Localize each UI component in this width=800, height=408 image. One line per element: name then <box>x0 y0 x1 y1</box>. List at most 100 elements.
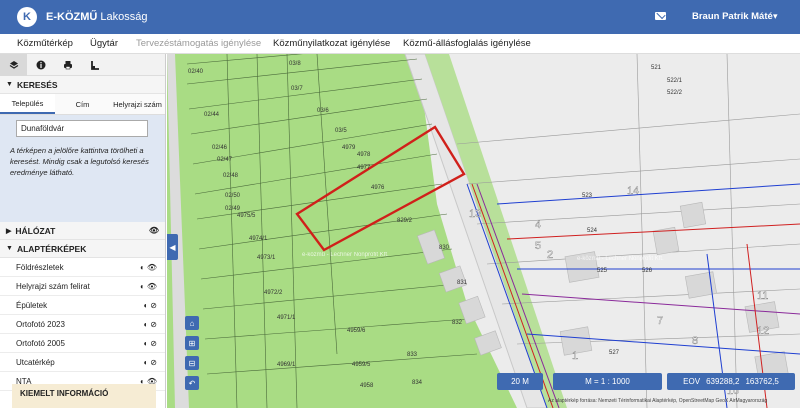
nav-tervezestamogatas: Tervezéstámogatás igénylése <box>136 38 262 49</box>
house-number: 8 <box>692 335 698 347</box>
layer-utcaterkep[interactable]: Utcatérkép ◐⊘ <box>0 353 165 372</box>
parcel-label: 02/47 <box>217 157 233 163</box>
home-icon[interactable]: ⌂ <box>185 316 199 330</box>
sidebar: ▼ KERESÉS Település Cím Helyrajzi szám D… <box>0 54 166 408</box>
zoom-out-icon[interactable]: ⊟ <box>185 356 199 370</box>
eov-label: EOV <box>683 377 701 386</box>
scale-bar-badge: 20 M <box>497 373 543 390</box>
parcel-label: 4978 <box>357 152 371 158</box>
parcel-label: 4969/1 <box>277 362 296 368</box>
parcel-label: 523 <box>582 193 593 199</box>
halozat-section-header[interactable]: ▶ HÁLÓZAT 👁 <box>0 222 165 240</box>
search-panel: Dunaföldvár A térképen a jelölőre kattin… <box>0 115 165 222</box>
map-svg: 02/40 03/8 03/7 03/6 02/44 02/46 02/47 0… <box>167 54 800 408</box>
app-title: E-KÖZMŰ Lakosság <box>46 11 147 23</box>
app-name: E-KÖZMŰ <box>46 11 98 23</box>
nav-kozmu-allasfoglalas[interactable]: Közmű-állásfoglalás igénylése <box>403 38 531 49</box>
user-name[interactable]: Braun Patrik Máté <box>692 11 773 22</box>
house-number: 5 <box>535 240 541 252</box>
opacity-eye-off-icons[interactable]: ◐⊘ <box>143 358 159 367</box>
house-number: 14 <box>627 185 639 197</box>
eov-x: 639288,2 <box>706 377 740 386</box>
house-number: 4 <box>535 219 541 231</box>
map-attribution: Az alaptérkép forrása: Nemzeti Térinform… <box>548 398 768 404</box>
opacity-eye-off-icons[interactable]: ◐⊘ <box>143 339 159 348</box>
house-number: 13 <box>469 208 481 220</box>
house-number: 7 <box>657 315 663 327</box>
eov-y: 163762,5 <box>745 377 779 386</box>
layers-icon[interactable] <box>0 54 27 76</box>
scale-ratio-badge[interactable]: M = 1 : 1000 <box>553 373 662 390</box>
sidebar-toolbar <box>0 54 165 76</box>
parcel-label: 03/7 <box>291 86 303 92</box>
measure-icon[interactable] <box>81 54 108 76</box>
chevron-down-icon: ▼ <box>6 81 13 88</box>
settlement-input[interactable]: Dunaföldvár <box>16 120 148 137</box>
opacity-eye-off-icons[interactable]: ◐⊘ <box>143 320 159 329</box>
parcel-label: 4974/1 <box>249 236 268 242</box>
parcel-label: 834 <box>412 380 423 386</box>
logo-letter: K <box>23 11 31 23</box>
sidebar-collapse-chevron-icon[interactable]: ◀ <box>167 234 178 260</box>
layer-ortofoto-2005[interactable]: Ortofotó 2005 ◐⊘ <box>0 334 165 353</box>
layer-ortofoto-2023[interactable]: Ortofotó 2023 ◐⊘ <box>0 315 165 334</box>
parcel-label: 02/46 <box>212 145 228 151</box>
parcel-label: 4971/1 <box>277 315 296 321</box>
parcel-label: 4976 <box>371 185 385 191</box>
opacity-eye-icons[interactable]: ◐👁 <box>140 282 159 291</box>
layer-label: Helyrajzi szám felirat <box>16 281 90 291</box>
eov-coordinates-badge: EOV 639288,2 163762,5 <box>667 373 795 390</box>
tab-telepules[interactable]: Település <box>0 94 55 114</box>
parcel-label: 02/40 <box>188 69 204 75</box>
parcel-label: 4979 <box>342 145 356 151</box>
search-tabs: Település Cím Helyrajzi szám <box>0 94 165 115</box>
nav-kozmunyilatkozat[interactable]: Közműnyilatkozat igénylése <box>273 38 390 49</box>
chevron-right-icon: ▶ <box>6 227 12 235</box>
eye-icon[interactable]: 👁 <box>149 226 159 235</box>
layer-epuletek[interactable]: Épületek ◐⊘ <box>0 296 165 315</box>
alapterkepek-section-header[interactable]: ▼ ALAPTÉRKÉPEK <box>0 240 165 258</box>
parcel-label: 02/48 <box>223 173 239 179</box>
opacity-eye-icons[interactable]: ◐👁 <box>140 263 159 272</box>
watermark: e-közmű - Lechner Nonprofit Kft. <box>302 252 389 258</box>
tab-cim[interactable]: Cím <box>55 94 110 114</box>
kiemelt-informacio-panel[interactable]: KIEMELT INFORMÁCIÓ <box>12 384 156 408</box>
parcel-label: 4959/5 <box>352 362 371 368</box>
parcel-label: 829/2 <box>397 218 413 224</box>
layer-helyrajzi-szam-felirat[interactable]: Helyrajzi szám felirat ◐👁 <box>0 277 165 296</box>
parcel-label: 03/5 <box>335 128 347 134</box>
parcel-label: 526 <box>642 268 653 274</box>
layer-foldreszletek[interactable]: Földrészletek ◐👁 <box>0 258 165 277</box>
parcel-label: 832 <box>452 320 463 326</box>
tab-helyrajzi-szam[interactable]: Helyrajzi szám <box>110 94 165 114</box>
app-header: K E-KÖZMŰ Lakosság Braun Patrik Máté ▾ <box>0 0 800 34</box>
opacity-eye-off-icons[interactable]: ◐⊘ <box>143 301 159 310</box>
mail-icon[interactable] <box>655 12 666 20</box>
parcel-label: 02/50 <box>225 193 241 199</box>
search-section-header[interactable]: ▼ KERESÉS <box>0 76 165 94</box>
parcel-label: 527 <box>609 350 620 356</box>
layer-label: Épületek <box>16 300 48 310</box>
back-icon[interactable]: ↶ <box>185 376 199 390</box>
nav-kozmuterkep[interactable]: Közműtérkép <box>17 38 73 49</box>
parcel-label: 03/8 <box>289 61 301 67</box>
house-number: 11 <box>757 290 768 302</box>
parcel-label: 4958 <box>360 383 374 389</box>
search-section-title: KERESÉS <box>16 79 58 90</box>
chevron-down-icon[interactable]: ▾ <box>773 11 778 22</box>
zoom-in-icon[interactable]: ⊞ <box>185 336 199 350</box>
parcel-label: 4977 <box>357 165 371 171</box>
parcel-label: 830 <box>439 245 450 251</box>
nav-ugytar[interactable]: Ügytár <box>90 38 118 49</box>
side-road <box>167 54 189 408</box>
parcel-label: 522/2 <box>667 90 683 96</box>
map-canvas[interactable]: 02/40 03/8 03/7 03/6 02/44 02/46 02/47 0… <box>167 54 800 408</box>
parcel-label: 02/49 <box>225 206 241 212</box>
layer-label: Földrészletek <box>16 262 64 272</box>
print-icon[interactable] <box>54 54 81 76</box>
layer-label: Ortofotó 2023 <box>16 319 65 329</box>
app-logo[interactable]: K <box>17 7 37 27</box>
info-icon[interactable] <box>27 54 54 76</box>
parcel-label: 02/44 <box>204 112 220 118</box>
house-number: 2 <box>547 249 553 261</box>
